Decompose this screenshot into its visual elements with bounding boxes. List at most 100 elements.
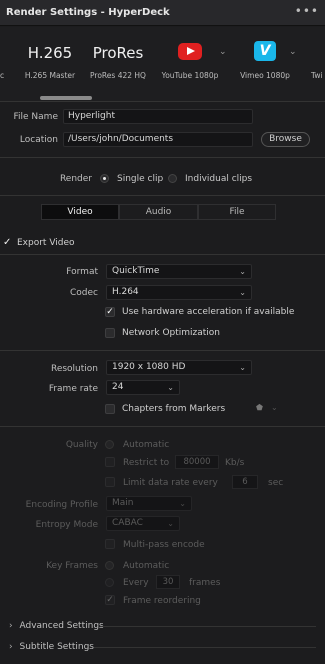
- divider: [0, 101, 325, 102]
- youtube-icon[interactable]: [178, 43, 202, 60]
- keyframes-every-label[interactable]: Every: [123, 578, 149, 588]
- frame-rate-dropdown[interactable]: 24 ⌄: [106, 380, 180, 395]
- quality-label: Quality: [65, 440, 98, 450]
- individual-clips-radio[interactable]: [168, 174, 177, 183]
- format-dropdown[interactable]: QuickTime ⌄: [106, 264, 252, 279]
- divider: [0, 426, 325, 427]
- encoding-profile-value: Main: [112, 498, 134, 508]
- quality-automatic-radio[interactable]: [105, 440, 114, 449]
- key-frames-label: Key Frames: [46, 561, 98, 571]
- more-options-icon[interactable]: •••: [295, 4, 319, 18]
- browse-button[interactable]: Browse: [261, 132, 310, 147]
- frame-rate-value: 24: [112, 382, 124, 392]
- preset-prores-label[interactable]: ProRes 422 HQ: [86, 71, 150, 80]
- quality-automatic-label[interactable]: Automatic: [123, 440, 169, 450]
- single-clip-radio[interactable]: [100, 174, 109, 183]
- vimeo-icon[interactable]: V: [254, 41, 276, 61]
- chevron-down-icon: ⌄: [239, 363, 246, 372]
- window-title: Render Settings - HyperDeck: [6, 7, 170, 18]
- divider: [0, 157, 325, 158]
- chevron-down-icon: ⌄: [239, 267, 246, 276]
- hardware-accel-label[interactable]: Use hardware acceleration if available: [122, 307, 294, 317]
- entropy-mode-value: CABAC: [112, 518, 143, 528]
- frame-reordering-checkbox[interactable]: ✓: [105, 595, 115, 605]
- export-video-check-icon[interactable]: ✓: [3, 237, 11, 248]
- codec-value: H.264: [112, 287, 139, 297]
- keyframes-frames-label: frames: [189, 578, 221, 588]
- resolution-dropdown[interactable]: 1920 x 1080 HD ⌄: [106, 360, 252, 375]
- codec-label: Codec: [70, 288, 98, 298]
- marker-icon[interactable]: ⬟: [256, 403, 263, 412]
- divider: [0, 195, 325, 196]
- restrict-to-label[interactable]: Restrict to: [123, 458, 169, 468]
- chapters-label[interactable]: Chapters from Markers: [122, 404, 225, 414]
- subtitle-settings-label: Subtitle Settings: [19, 642, 94, 652]
- preset-prores-title[interactable]: ProRes: [90, 44, 146, 62]
- multipass-label[interactable]: Multi-pass encode: [123, 540, 205, 550]
- restrict-unit-label: Kb/s: [225, 458, 245, 468]
- keyframes-every-radio[interactable]: [105, 578, 114, 587]
- chevron-right-icon: ›: [9, 642, 13, 652]
- chevron-down-icon[interactable]: ⌄: [271, 403, 278, 412]
- divider: [0, 350, 325, 351]
- divider: [94, 647, 316, 648]
- keyframes-automatic-radio[interactable]: [105, 561, 114, 570]
- location-label: Location: [19, 135, 58, 145]
- window-header: Render Settings - HyperDeck •••: [0, 0, 325, 26]
- chevron-down-icon: ⌄: [167, 383, 174, 392]
- limit-unit-label: sec: [268, 478, 284, 488]
- chevron-right-icon: ›: [9, 621, 13, 631]
- export-video-label[interactable]: Export Video: [17, 238, 75, 248]
- preset-vimeo-label[interactable]: Vimeo 1080p: [234, 71, 296, 80]
- multipass-checkbox[interactable]: [105, 539, 115, 549]
- single-clip-label[interactable]: Single clip: [117, 174, 163, 184]
- frame-reordering-label[interactable]: Frame reordering: [123, 596, 201, 606]
- restrict-bitrate-input[interactable]: 80000: [175, 455, 219, 469]
- limit-interval-input[interactable]: 6: [232, 475, 258, 489]
- limit-data-rate-label[interactable]: Limit data rate every: [123, 478, 218, 488]
- encoding-profile-label: Encoding Profile: [25, 500, 98, 510]
- limit-data-rate-checkbox[interactable]: [105, 477, 115, 487]
- preset-h265-label[interactable]: H.265 Master: [17, 71, 83, 80]
- filename-input[interactable]: Hyperlight: [63, 109, 253, 124]
- chevron-down-icon: ⌄: [239, 288, 246, 297]
- advanced-settings-expander[interactable]: › Advanced Settings: [9, 621, 104, 631]
- filename-label: File Name: [13, 112, 58, 122]
- preset-youtube-label[interactable]: YouTube 1080p: [157, 71, 223, 80]
- codec-dropdown[interactable]: H.264 ⌄: [106, 285, 252, 300]
- divider: [0, 254, 325, 255]
- chevron-down-icon: ⌄: [179, 499, 186, 508]
- resolution-value: 1920 x 1080 HD: [112, 362, 186, 372]
- chevron-down-icon[interactable]: ⌄: [289, 47, 297, 57]
- divider: [100, 626, 316, 627]
- keyframes-every-input[interactable]: 30: [156, 575, 180, 589]
- entropy-mode-label: Entropy Mode: [35, 520, 98, 530]
- entropy-mode-dropdown[interactable]: CABAC ⌄: [106, 516, 180, 531]
- network-optimization-label[interactable]: Network Optimization: [122, 328, 220, 338]
- tab-audio[interactable]: Audio: [119, 204, 198, 220]
- restrict-to-checkbox[interactable]: [105, 457, 115, 467]
- hardware-accel-checkbox[interactable]: ✓: [105, 307, 115, 317]
- preset-h265-title[interactable]: H.265: [22, 44, 78, 62]
- resolution-label: Resolution: [50, 364, 98, 374]
- frame-rate-label: Frame rate: [48, 384, 98, 394]
- preset-strip: c H.265 H.265 Master ProRes ProRes 422 H…: [0, 27, 325, 101]
- advanced-settings-label: Advanced Settings: [19, 621, 104, 631]
- keyframes-automatic-label[interactable]: Automatic: [123, 561, 169, 571]
- preset-twitter-label[interactable]: Twi: [311, 71, 325, 80]
- location-input[interactable]: /Users/john/Documents: [63, 132, 253, 147]
- preset-label-partial[interactable]: c: [0, 71, 6, 80]
- chevron-down-icon[interactable]: ⌄: [219, 47, 227, 57]
- network-optimization-checkbox[interactable]: [105, 328, 115, 338]
- chapters-checkbox[interactable]: [105, 404, 115, 414]
- format-label: Format: [66, 267, 98, 277]
- encoding-profile-dropdown[interactable]: Main ⌄: [106, 496, 192, 511]
- individual-clips-label[interactable]: Individual clips: [185, 174, 252, 184]
- preset-scroll-indicator[interactable]: [40, 96, 92, 100]
- tab-file[interactable]: File: [198, 204, 276, 220]
- format-value: QuickTime: [112, 266, 160, 276]
- chevron-down-icon: ⌄: [167, 519, 174, 528]
- subtitle-settings-expander[interactable]: › Subtitle Settings: [9, 642, 94, 652]
- render-label: Render: [59, 174, 92, 184]
- tab-video[interactable]: Video: [41, 204, 119, 220]
